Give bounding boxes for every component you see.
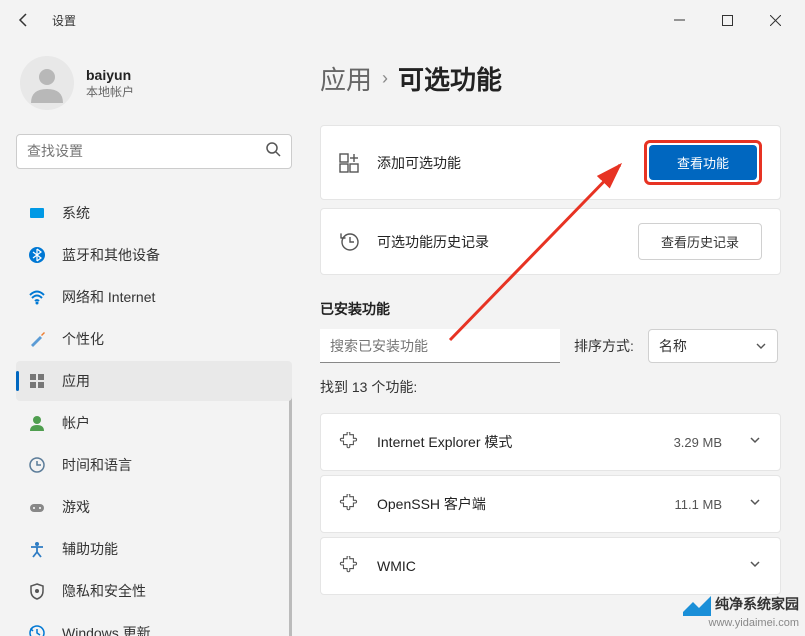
wifi-icon — [28, 288, 46, 306]
avatar — [20, 56, 74, 110]
minimize-button[interactable] — [657, 5, 701, 35]
feature-name: Internet Explorer 模式 — [377, 432, 656, 452]
chevron-down-icon — [748, 495, 762, 514]
sidebar-item-privacy[interactable]: 隐私和安全性 — [16, 571, 292, 611]
sidebar-item-label: 时间和语言 — [62, 455, 132, 475]
maximize-icon — [722, 15, 733, 26]
puzzle-icon — [339, 494, 359, 514]
brush-icon — [28, 330, 46, 348]
sidebar-item-label: 网络和 Internet — [62, 287, 155, 307]
sidebar-item-accessibility[interactable]: 辅助功能 — [16, 529, 292, 569]
page-title: 可选功能 — [398, 60, 502, 97]
content-area: 应用 › 可选功能 添加可选功能 查看功能 可选功能历史记录 查看历史记录 已安… — [308, 40, 805, 636]
window-title: 设置 — [52, 12, 76, 29]
account-icon — [28, 414, 46, 432]
result-count: 找到 13 个功能: — [320, 377, 781, 397]
chevron-down-icon — [755, 340, 767, 352]
sidebar-item-label: 个性化 — [62, 329, 104, 349]
history-label: 可选功能历史记录 — [377, 232, 620, 252]
sidebar-item-apps[interactable]: 应用 — [16, 361, 292, 401]
add-feature-card: 添加可选功能 查看功能 — [320, 125, 781, 200]
feature-name: WMIC — [377, 558, 730, 574]
sidebar-item-wifi[interactable]: 网络和 Internet — [16, 277, 292, 317]
sidebar-item-time[interactable]: 时间和语言 — [16, 445, 292, 485]
sort-label: 排序方式: — [574, 336, 634, 356]
gaming-icon — [28, 498, 46, 516]
user-block[interactable]: baiyun 本地帐户 — [16, 40, 292, 134]
feature-name: OpenSSH 客户端 — [377, 494, 657, 514]
sidebar-item-brush[interactable]: 个性化 — [16, 319, 292, 359]
puzzle-icon — [339, 432, 359, 452]
sidebar-item-label: 游戏 — [62, 497, 90, 517]
user-type: 本地帐户 — [86, 83, 134, 100]
search-input[interactable] — [27, 143, 265, 159]
time-icon — [28, 456, 46, 474]
breadcrumb: 应用 › 可选功能 — [320, 60, 781, 97]
close-icon — [770, 15, 781, 26]
sidebar-item-system[interactable]: 系统 — [16, 193, 292, 233]
sidebar-item-bluetooth[interactable]: 蓝牙和其他设备 — [16, 235, 292, 275]
system-icon — [28, 204, 46, 222]
view-history-button[interactable]: 查看历史记录 — [638, 223, 762, 260]
add-feature-icon — [339, 153, 359, 173]
feature-list: Internet Explorer 模式 3.29 MB OpenSSH 客户端 11… — [320, 413, 781, 595]
search-icon — [265, 141, 281, 162]
sidebar-item-label: 系统 — [62, 203, 90, 223]
sidebar-item-label: 辅助功能 — [62, 539, 118, 559]
sidebar-item-label: 蓝牙和其他设备 — [62, 245, 160, 265]
sort-select[interactable]: 名称 — [648, 329, 778, 363]
feature-row[interactable]: OpenSSH 客户端 11.1 MB — [320, 475, 781, 533]
chevron-down-icon — [748, 557, 762, 576]
maximize-button[interactable] — [705, 5, 749, 35]
view-features-button[interactable]: 查看功能 — [649, 145, 757, 180]
installed-search-input[interactable] — [320, 329, 560, 363]
accessibility-icon — [28, 540, 46, 558]
user-name: baiyun — [86, 67, 134, 83]
apps-icon — [28, 372, 46, 390]
sort-value: 名称 — [659, 336, 687, 356]
chevron-down-icon — [748, 433, 762, 452]
arrow-left-icon — [16, 12, 32, 28]
nav-list: 系统蓝牙和其他设备网络和 Internet 个性化应用帐户时间和语言游戏辅助功能隐… — [16, 193, 292, 636]
feature-size: 3.29 MB — [674, 435, 722, 450]
sidebar-item-account[interactable]: 帐户 — [16, 403, 292, 443]
sidebar-item-update[interactable]: Windows 更新 — [16, 613, 292, 636]
back-button[interactable] — [8, 4, 40, 36]
sidebar-item-label: Windows 更新 — [62, 623, 151, 636]
feature-row[interactable]: WMIC — [320, 537, 781, 595]
sidebar-item-label: 应用 — [62, 371, 90, 391]
bluetooth-icon — [28, 246, 46, 264]
sidebar-item-label: 隐私和安全性 — [62, 581, 146, 601]
watermark: 纯净系统家园 www.yidaimei.com — [683, 595, 799, 630]
puzzle-icon — [339, 556, 359, 576]
close-button[interactable] — [753, 5, 797, 35]
breadcrumb-parent[interactable]: 应用 — [320, 60, 372, 97]
chevron-right-icon: › — [382, 68, 388, 89]
search-box[interactable] — [16, 134, 292, 169]
person-icon — [27, 63, 67, 103]
history-icon — [339, 232, 359, 252]
sidebar-item-label: 帐户 — [62, 413, 90, 433]
sidebar: baiyun 本地帐户 系统蓝牙和其他设备网络和 Internet 个性化应用帐户… — [0, 40, 308, 636]
privacy-icon — [28, 582, 46, 600]
feature-size: 11.1 MB — [675, 497, 722, 512]
installed-title: 已安装功能 — [320, 299, 781, 319]
title-bar: 设置 — [0, 0, 805, 40]
minimize-icon — [674, 15, 685, 26]
update-icon — [28, 624, 46, 636]
highlight-box: 查看功能 — [644, 140, 762, 185]
feature-row[interactable]: Internet Explorer 模式 3.29 MB — [320, 413, 781, 471]
sidebar-item-gaming[interactable]: 游戏 — [16, 487, 292, 527]
history-card: 可选功能历史记录 查看历史记录 — [320, 208, 781, 275]
add-feature-label: 添加可选功能 — [377, 153, 626, 173]
